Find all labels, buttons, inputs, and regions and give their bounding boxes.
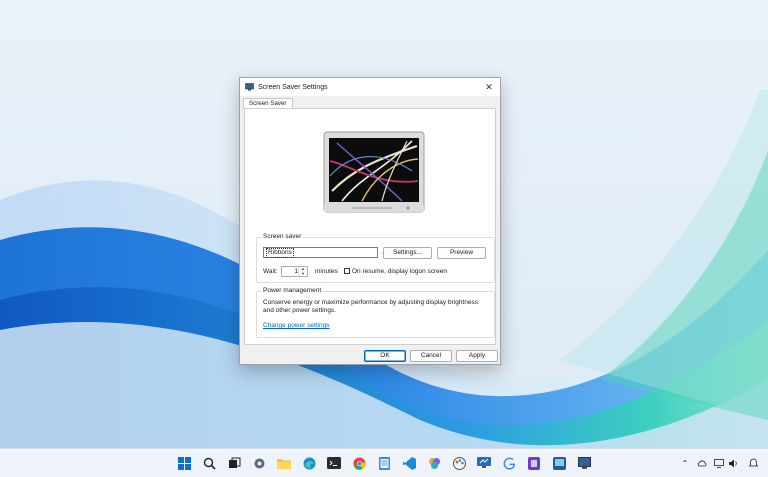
screen-saver-app-icon — [245, 83, 254, 91]
notification-icon[interactable] — [748, 458, 758, 468]
ok-button[interactable]: OK — [364, 350, 406, 362]
terminal-icon[interactable] — [326, 455, 342, 471]
settings-icon[interactable] — [251, 455, 267, 471]
preview-monitor — [323, 131, 425, 213]
notepad-icon[interactable] — [376, 455, 392, 471]
minutes-label: minutes — [315, 268, 338, 275]
screen-saver-selected-value: Ribbons — [266, 247, 294, 258]
power-management-group: Power management Conserve energy or maxi… — [256, 287, 495, 338]
screen-saver-icon[interactable] — [576, 455, 592, 471]
windows-start-icon[interactable] — [176, 455, 192, 471]
spin-arrows-icon[interactable]: ▲ ▼ — [298, 266, 307, 276]
change-power-settings-link[interactable]: Change power settings — [263, 322, 330, 329]
snipping-tool-icon[interactable] — [551, 455, 567, 471]
display-icon[interactable] — [714, 458, 724, 468]
screen-saver-group-label: Screen saver — [261, 233, 304, 240]
volume-icon[interactable] — [729, 458, 739, 468]
screen-saver-group: Screen saver Ribbons ⌄ Settings... Previ… — [256, 233, 495, 283]
tab-panel: Screen saver Ribbons ⌄ Settings... Previ… — [244, 108, 496, 345]
remote-desktop-icon[interactable] — [476, 455, 492, 471]
edge-icon[interactable] — [301, 455, 317, 471]
google-icon[interactable] — [501, 455, 517, 471]
resume-logon-label: On resume, display logon screen — [352, 268, 448, 275]
search-icon[interactable] — [201, 455, 217, 471]
app-icon[interactable] — [526, 455, 542, 471]
wait-label: Wait: — [263, 268, 278, 275]
vscode-icon[interactable] — [401, 455, 417, 471]
wait-minutes-stepper[interactable]: 1 ▲ ▼ — [281, 266, 308, 277]
resume-logon-checkbox[interactable] — [344, 268, 350, 274]
cancel-button[interactable]: Cancel — [410, 350, 452, 362]
copilot-icon[interactable] — [426, 455, 442, 471]
onedrive-icon[interactable] — [697, 458, 707, 468]
taskbar: ⌃ — [0, 448, 768, 477]
preview-button[interactable]: Preview — [437, 247, 486, 259]
settings-button[interactable]: Settings... — [383, 247, 432, 259]
chevron-up-icon[interactable]: ⌃ — [680, 458, 690, 468]
dialog-titlebar[interactable]: Screen Saver Settings ✕ — [240, 78, 500, 96]
screen-saver-dialog: Screen Saver Settings ✕ Screen Saver Scr… — [239, 77, 501, 365]
screen-saver-select[interactable]: Ribbons ⌄ — [263, 247, 386, 258]
tab-strip: Screen Saver — [240, 96, 500, 109]
dialog-title: Screen Saver Settings — [258, 83, 328, 91]
power-management-group-label: Power management — [261, 287, 324, 294]
close-button[interactable]: ✕ — [478, 78, 500, 96]
file-explorer-icon[interactable] — [276, 455, 292, 471]
task-view-icon[interactable] — [226, 455, 242, 471]
power-management-description: Conserve energy or maximize performance … — [263, 299, 478, 314]
paint-icon[interactable] — [451, 455, 467, 471]
apply-button[interactable]: Apply — [456, 350, 498, 362]
chrome-icon[interactable] — [351, 455, 367, 471]
